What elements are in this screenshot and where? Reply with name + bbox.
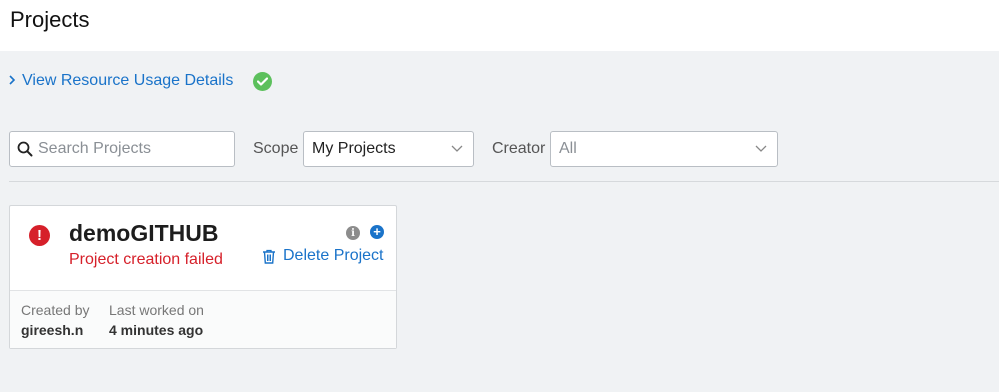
filter-divider: [9, 181, 999, 182]
creator-select[interactable]: All: [550, 131, 778, 167]
search-icon: [17, 141, 33, 157]
check-circle-icon: [253, 71, 273, 91]
project-status: Project creation failed: [69, 251, 223, 268]
project-card-footer: Created by gireesh.n Last worked on 4 mi…: [10, 291, 396, 348]
add-icon[interactable]: +: [370, 225, 384, 239]
created-by-value: gireesh.n: [21, 322, 84, 338]
scope-label: Scope: [253, 140, 299, 157]
search-input[interactable]: [38, 132, 228, 166]
scope-value: My Projects: [312, 140, 396, 157]
chevron-down-icon: [755, 145, 767, 152]
view-resource-usage-link[interactable]: View Resource Usage Details: [22, 72, 233, 90]
created-by-label: Created by: [21, 302, 90, 318]
creator-label: Creator: [492, 140, 546, 157]
creator-value: All: [559, 140, 577, 157]
error-icon: !: [29, 225, 50, 246]
delete-project-button[interactable]: Delete Project: [262, 247, 384, 265]
trash-icon: [263, 249, 275, 264]
page-title: Projects: [10, 7, 90, 32]
chevron-right-icon[interactable]: [8, 73, 16, 90]
project-card[interactable]: ! demoGITHUB Project creation failed i +…: [9, 205, 397, 349]
last-worked-value: 4 minutes ago: [109, 322, 204, 338]
scope-select[interactable]: My Projects: [303, 131, 474, 167]
delete-project-label: Delete Project: [283, 247, 384, 264]
chevron-down-icon: [451, 145, 463, 152]
resource-usage-row: View Resource Usage Details: [8, 70, 273, 92]
project-name[interactable]: demoGITHUB: [69, 220, 219, 247]
page-header: Projects: [0, 0, 999, 51]
last-worked-label: Last worked on: [109, 302, 204, 318]
search-projects-field[interactable]: [9, 131, 235, 167]
info-icon[interactable]: i: [346, 226, 360, 240]
